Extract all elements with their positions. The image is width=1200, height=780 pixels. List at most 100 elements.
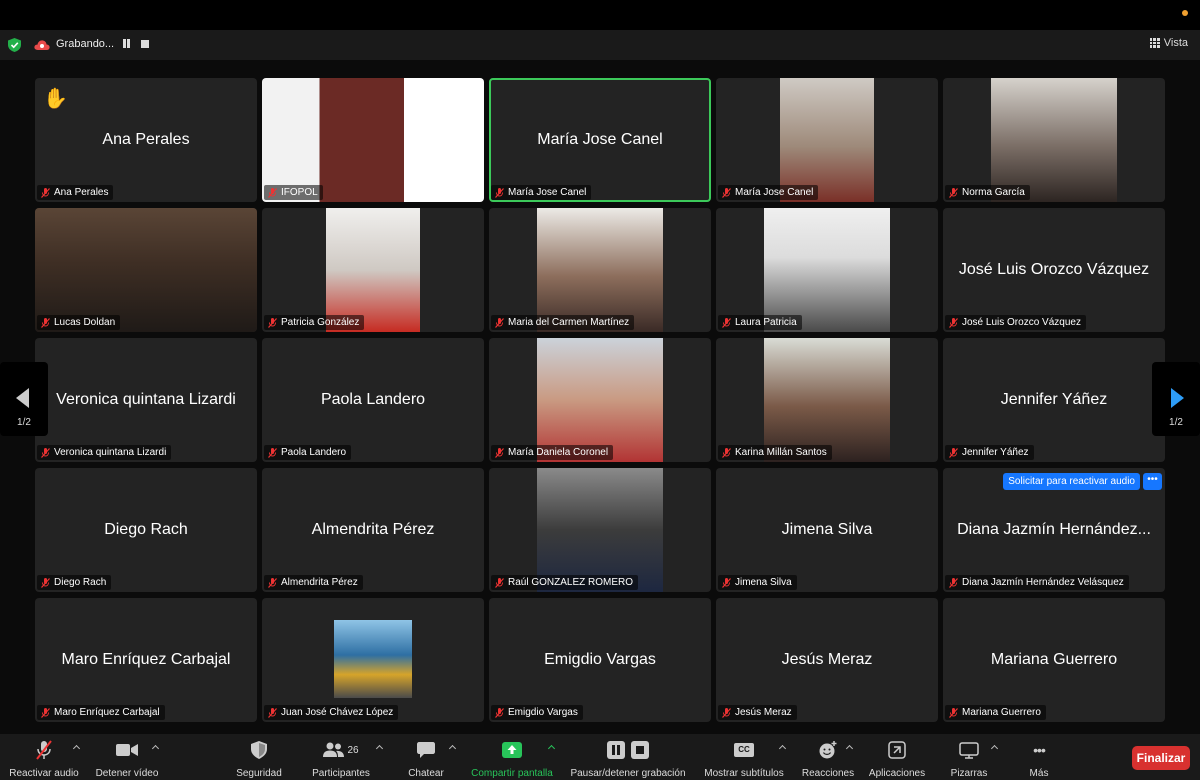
- chat-label: Chatear: [408, 768, 444, 779]
- microphone-muted-icon: [495, 577, 504, 588]
- reactions-label: Reacciones: [801, 768, 855, 779]
- participant-tile[interactable]: María Daniela Coronel: [489, 338, 711, 462]
- participants-count: 26: [347, 744, 359, 756]
- participant-tile[interactable]: Karina Millán Santos: [716, 338, 938, 462]
- participant-tile[interactable]: Jimena Silva Jimena Silva: [716, 468, 938, 592]
- participant-name-label: Patricia González: [264, 315, 365, 330]
- share-screen-button[interactable]: Compartir pantalla: [466, 740, 558, 780]
- participant-name-label: María Jose Canel: [491, 185, 592, 200]
- participant-gallery: Ana Perales ✋ Ana Perales IFOPOL María Jose …: [35, 78, 1166, 722]
- participant-tile[interactable]: Diego Rach Diego Rach: [35, 468, 257, 592]
- security-shield-icon[interactable]: [8, 38, 21, 52]
- participant-tile[interactable]: Diana Jazmín Hernández... Solicitar para …: [943, 468, 1165, 592]
- participant-name: Raúl GONZALEZ ROMERO: [508, 577, 634, 588]
- participant-tile[interactable]: Ana Perales ✋ Ana Perales: [35, 78, 257, 202]
- participant-display-name: Jimena Silva: [781, 521, 873, 538]
- participant-tile[interactable]: Patricia González: [262, 208, 484, 332]
- participant-video: [326, 208, 420, 332]
- participant-name: Norma García: [962, 187, 1025, 198]
- show-captions-label: Mostrar subtítulos: [704, 768, 784, 779]
- participant-tile[interactable]: Raúl GONZALEZ ROMERO: [489, 468, 711, 592]
- smiley-icon: [819, 741, 837, 759]
- microphone-muted-icon: [41, 187, 50, 198]
- end-meeting-button[interactable]: Finalizar: [1132, 746, 1190, 770]
- participant-tile[interactable]: Laura Patricia: [716, 208, 938, 332]
- participant-name-label: María Daniela Coronel: [491, 445, 614, 460]
- whiteboard-icon: [959, 741, 979, 759]
- pause-stop-recording-button[interactable]: Pausar/detener grabación: [566, 740, 690, 780]
- stop-video-label: Detener vídeo: [95, 768, 159, 779]
- participant-tile[interactable]: Maro Enríquez Carbajal Maro Enríquez Carb…: [35, 598, 257, 722]
- participant-tile[interactable]: Maria del Carmen Martínez: [489, 208, 711, 332]
- pause-recording-icon[interactable]: [122, 39, 132, 49]
- participant-tile[interactable]: Jesús Meraz Jesús Meraz: [716, 598, 938, 722]
- grid-view-icon: [1149, 38, 1160, 48]
- participant-name-label: Ana Perales: [37, 185, 114, 200]
- participant-tile[interactable]: Juan José Chávez López: [262, 598, 484, 722]
- participant-video: [537, 338, 663, 462]
- participant-tile[interactable]: Jennifer Yáñez Jennifer Yáñez: [943, 338, 1165, 462]
- participant-tile[interactable]: María Jose Canel: [716, 78, 938, 202]
- microphone-muted-icon: [495, 707, 504, 718]
- unmute-button[interactable]: Reactivar audio: [6, 740, 82, 780]
- participant-display-name: Veronica quintana Lizardi: [56, 391, 236, 408]
- participants-options-caret[interactable]: [375, 744, 384, 753]
- more-button[interactable]: ••• Más: [1020, 740, 1058, 780]
- participant-tile[interactable]: Almendrita Pérez Almendrita Pérez: [262, 468, 484, 592]
- shield-icon: [251, 741, 267, 759]
- participant-name-label: José Luis Orozco Vázquez: [945, 315, 1086, 330]
- participant-tile[interactable]: María Jose Canel María Jose Canel: [489, 78, 711, 202]
- microphone-muted-icon: [949, 447, 958, 458]
- microphone-muted-icon: [722, 187, 731, 198]
- participant-tile[interactable]: Veronica quintana Lizardi Veronica quinta…: [35, 338, 257, 462]
- participant-tile[interactable]: Paola Landero Paola Landero: [262, 338, 484, 462]
- show-captions-button[interactable]: CC Mostrar subtítulos: [700, 740, 788, 780]
- participant-name-label: Mariana Guerrero: [945, 705, 1046, 720]
- participant-name: Almendrita Pérez: [281, 577, 358, 588]
- participant-name-label: IFOPOL: [264, 185, 323, 200]
- security-button[interactable]: Seguridad: [230, 740, 288, 780]
- microphone-muted-icon: [268, 187, 277, 198]
- participant-name-label: Jesús Meraz: [718, 705, 797, 720]
- participant-name: Lucas Doldan: [54, 317, 116, 328]
- participant-tile[interactable]: Norma García: [943, 78, 1165, 202]
- microphone-muted-icon: [722, 577, 731, 588]
- view-label: Vista: [1163, 37, 1188, 49]
- participant-display-name: Mariana Guerrero: [990, 651, 1118, 668]
- view-button[interactable]: Vista: [1149, 37, 1188, 49]
- whiteboards-button[interactable]: Pizarras: [944, 740, 994, 780]
- participant-tile[interactable]: Mariana Guerrero Mariana Guerrero: [943, 598, 1165, 722]
- participant-display-name: Jesús Meraz: [781, 651, 873, 668]
- stop-recording-icon[interactable]: [141, 40, 149, 48]
- participant-tile[interactable]: IFOPOL: [262, 78, 484, 202]
- participant-video: [764, 338, 890, 462]
- closed-captions-icon: CC: [734, 743, 754, 757]
- participants-button[interactable]: 26 Participantes: [306, 740, 376, 780]
- previous-page-button[interactable]: 1/2: [0, 362, 48, 436]
- participant-display-name: Paola Landero: [320, 391, 426, 408]
- chat-button[interactable]: Chatear: [400, 740, 452, 780]
- participant-name-label: Paola Landero: [264, 445, 352, 460]
- arrow-left-icon: [16, 388, 29, 408]
- more-label: Más: [1029, 768, 1049, 779]
- participant-name-label: Laura Patricia: [718, 315, 802, 330]
- microphone-muted-icon: [36, 740, 52, 760]
- participant-tile[interactable]: Emigdio Vargas Emigdio Vargas: [489, 598, 711, 722]
- microphone-muted-icon: [268, 577, 277, 588]
- participant-name-label: Jimena Silva: [718, 575, 797, 590]
- more-dots-icon: •••: [1033, 742, 1046, 758]
- participant-name: Jennifer Yáñez: [962, 447, 1029, 458]
- participant-name-label: Maria del Carmen Martínez: [491, 315, 635, 330]
- participant-tile[interactable]: José Luis Orozco Vázquez José Luis Orozco…: [943, 208, 1165, 332]
- next-page-button[interactable]: 1/2: [1152, 362, 1200, 436]
- participant-name: María Jose Canel: [735, 187, 814, 198]
- participant-tile[interactable]: Lucas Doldan: [35, 208, 257, 332]
- cloud-recording-icon: [34, 40, 50, 50]
- request-unmute-button[interactable]: Solicitar para reactivar audio: [1003, 473, 1140, 490]
- participant-name: María Daniela Coronel: [508, 447, 609, 458]
- participant-more-button[interactable]: •••: [1143, 473, 1162, 490]
- apps-button[interactable]: Aplicaciones: [864, 740, 930, 780]
- participant-name: Emigdio Vargas: [508, 707, 578, 718]
- participant-name: Juan José Chávez López: [281, 707, 394, 718]
- participant-display-name: Jennifer Yáñez: [1000, 391, 1108, 408]
